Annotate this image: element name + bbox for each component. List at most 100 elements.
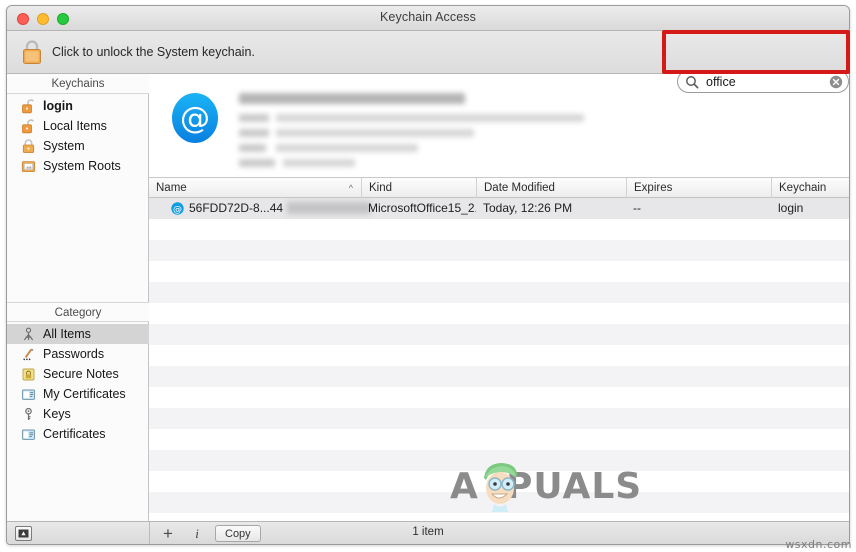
table-row-empty <box>149 303 849 324</box>
sidebar-item-label: Keys <box>43 407 71 421</box>
table-row-empty <box>149 219 849 240</box>
column-header-expires[interactable]: Expires <box>626 178 771 198</box>
sidebar-keychains-section: Keychains login Local Items System Syste… <box>7 74 149 176</box>
table-row-empty <box>149 282 849 303</box>
search-icon <box>685 75 699 89</box>
svg-text:@: @ <box>173 205 182 215</box>
table-row-empty <box>149 429 849 450</box>
unlocked-keychain-icon <box>19 118 37 134</box>
table-row-empty <box>149 261 849 282</box>
sidebar-item-keys[interactable]: Keys <box>7 404 149 424</box>
column-header-keychain[interactable]: Keychain <box>771 178 849 198</box>
column-header-label: Date Modified <box>484 182 555 194</box>
locked-keychain-icon <box>19 138 37 154</box>
sidebar-item-login[interactable]: login <box>7 96 149 116</box>
search-input[interactable] <box>704 74 824 90</box>
detail-field-value-redacted <box>276 129 474 137</box>
sidebar-item-label: All Items <box>43 327 91 341</box>
secure-notes-icon <box>19 366 37 382</box>
sidebar-item-label: Passwords <box>43 347 105 361</box>
table-header-row: Name ^ Kind Date Modified Expires Keycha… <box>149 178 849 198</box>
column-header-label: Name <box>156 182 187 194</box>
sidebar-item-certificates[interactable]: Certificates <box>7 424 149 444</box>
sidebar-item-passwords[interactable]: Passwords <box>7 344 149 364</box>
sidebar-item-secure-notes[interactable]: Secure Notes <box>7 364 149 384</box>
detail-field-label-redacted <box>239 144 266 152</box>
padlock-icon[interactable] <box>21 39 43 65</box>
keys-icon <box>19 406 37 422</box>
cell-expires: -- <box>633 201 641 215</box>
column-header-name[interactable]: Name ^ <box>149 178 361 198</box>
sidebar-item-label: System Roots <box>43 159 121 173</box>
table-row-empty <box>149 345 849 366</box>
sidebar-keychains-header: Keychains <box>7 74 149 94</box>
certificates-icon <box>19 426 37 442</box>
column-header-kind[interactable]: Kind <box>361 178 476 198</box>
my-certificates-icon <box>19 386 37 402</box>
sidebar-item-system[interactable]: System <box>7 136 149 156</box>
sidebar-item-label: My Certificates <box>43 387 126 401</box>
sidebar-item-label: Secure Notes <box>43 367 119 381</box>
column-header-label: Keychain <box>779 182 827 194</box>
column-header-label: Expires <box>634 182 673 194</box>
keychain-access-window: Keychain Access Click to unlock the Syst… <box>6 5 850 545</box>
sidebar-item-all-items[interactable]: All Items <box>7 324 149 344</box>
unlocked-keychain-icon <box>19 98 37 114</box>
detail-field-label-redacted <box>239 129 269 137</box>
table-row-empty <box>149 471 849 492</box>
clear-search-icon[interactable] <box>829 75 843 89</box>
table-row-empty <box>149 450 849 471</box>
sidebar-category-list: All Items Passwords Secure Notes My Cert… <box>7 322 149 444</box>
detail-field-label-redacted <box>239 159 275 167</box>
detail-field-value-redacted <box>276 144 418 152</box>
detail-field-value-redacted <box>283 159 355 167</box>
table-body: @ 56FDD72D-8...44 MicrosoftOffice15_2...… <box>149 198 849 520</box>
sidebar-item-label: Local Items <box>43 119 107 133</box>
detail-title-redacted <box>239 93 465 104</box>
sidebar-item-my-certificates[interactable]: My Certificates <box>7 384 149 404</box>
column-header-date-modified[interactable]: Date Modified <box>476 178 626 198</box>
all-items-icon <box>19 326 37 342</box>
table-row[interactable]: @ 56FDD72D-8...44 MicrosoftOffice15_2...… <box>149 198 849 219</box>
search-field[interactable] <box>677 70 849 93</box>
unlock-message[interactable]: Click to unlock the System keychain. <box>52 45 255 59</box>
detail-field-label-redacted <box>239 114 269 122</box>
at-sign-password-icon: @ <box>169 92 221 144</box>
sidebar-item-label: System <box>43 139 85 153</box>
svg-text:@: @ <box>180 101 210 136</box>
cell-name: 56FDD72D-8...44 <box>189 201 284 215</box>
cell-name-redacted <box>287 202 371 214</box>
item-count-status: 1 item <box>412 526 444 538</box>
system-roots-icon <box>19 158 37 174</box>
window-title: Keychain Access <box>380 10 476 24</box>
sidebar-item-label: Certificates <box>43 427 106 441</box>
cell-date-modified: Today, 12:26 PM <box>483 201 573 215</box>
table-row-empty <box>149 240 849 261</box>
page-watermark: wsxdn.com <box>785 538 852 551</box>
sort-ascending-icon: ^ <box>348 183 353 193</box>
passwords-icon <box>19 346 37 362</box>
table-row-empty <box>149 387 849 408</box>
main-pane: @ Name ^ Kind Date Modified Expires Keyc… <box>149 74 849 521</box>
sidebar-item-system-roots[interactable]: System Roots <box>7 156 149 176</box>
window-body: Keychains login Local Items System Syste… <box>7 74 849 521</box>
sidebar-category-section: Category All Items Passwords Secure Note… <box>7 302 149 444</box>
at-sign-password-icon: @ <box>171 202 184 215</box>
table-row-empty <box>149 324 849 345</box>
sidebar-keychains-list: login Local Items System System Roots <box>7 94 149 176</box>
cell-keychain: login <box>778 201 804 215</box>
column-header-label: Kind <box>369 182 393 194</box>
toolbar: Click to unlock the System keychain. <box>7 31 849 93</box>
table-row-empty <box>149 492 849 513</box>
bottom-toolbar: + i Copy 1 item <box>7 521 849 544</box>
detail-field-value-redacted <box>276 114 584 122</box>
sidebar: Keychains login Local Items System Syste… <box>7 74 149 521</box>
window-titlebar: Keychain Access <box>7 6 849 31</box>
table-row-empty <box>149 408 849 429</box>
sidebar-category-header: Category <box>7 302 149 322</box>
table-row-empty <box>149 366 849 387</box>
sidebar-item-label: login <box>43 99 73 113</box>
screenshot-root: Keychain Access Click to unlock the Syst… <box>0 0 856 552</box>
sidebar-item-local-items[interactable]: Local Items <box>7 116 149 136</box>
cell-kind: MicrosoftOffice15_2... <box>368 201 476 215</box>
